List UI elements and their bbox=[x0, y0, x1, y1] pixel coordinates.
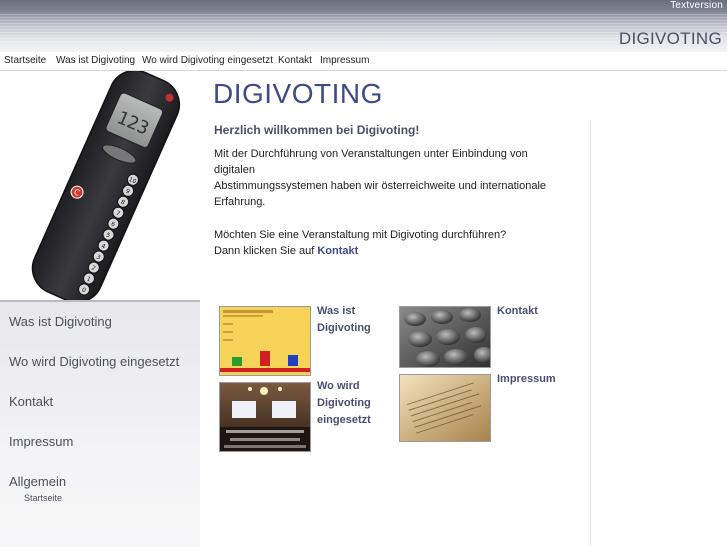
top-navigation: Startseite Was ist Digivoting Wo wird Di… bbox=[0, 52, 727, 71]
document-icon bbox=[400, 375, 490, 441]
tile-kontakt-link[interactable]: Kontakt bbox=[497, 303, 538, 320]
tile-impressum-link[interactable]: Impressum bbox=[497, 371, 556, 388]
page-title: DIGIVOTING bbox=[213, 78, 383, 109]
sidebar-item-allgemein[interactable]: Allgemein bbox=[9, 474, 66, 489]
topnav-impressum[interactable]: Impressum bbox=[320, 55, 369, 66]
sidebar-subitem-startseite[interactable]: Startseite bbox=[24, 493, 62, 503]
header-brand: DIGIVOTING bbox=[618, 29, 722, 48]
welcome-heading: Herzlich willkommen bei Digivoting! bbox=[214, 123, 420, 137]
tile-impressum-image[interactable] bbox=[399, 374, 491, 442]
cta-prefix: Dann klicken Sie auf bbox=[214, 245, 315, 257]
topnav-startseite[interactable]: Startseite bbox=[4, 55, 46, 66]
sidebar-item-kontakt[interactable]: Kontakt bbox=[9, 394, 53, 409]
sidebar-item-wo-wird-digivoting-eingesetzt[interactable]: Wo wird Digivoting eingesetzt bbox=[9, 354, 179, 369]
intro-line: digitalen bbox=[214, 164, 255, 176]
chart-thumbnail-icon bbox=[220, 310, 310, 372]
left-column: 123 10 9 8 7 6 5 4 3 2 1 0 C Was ist Digivoting Wo… bbox=[0, 69, 200, 547]
tile-label-line: Digivoting bbox=[317, 397, 371, 409]
tile-label-line: Impressum bbox=[497, 373, 556, 385]
tile-label-line: Wo wird bbox=[317, 380, 360, 392]
sidebar-item-was-ist-digivoting[interactable]: Was ist Digivoting bbox=[9, 314, 112, 329]
topnav-kontakt[interactable]: Kontakt bbox=[278, 55, 312, 66]
header-banner: Textversion DIGIVOTING bbox=[0, 0, 727, 52]
phone-keypad-icon bbox=[400, 307, 490, 367]
device-body bbox=[31, 69, 181, 304]
topnav-was-ist-digivoting[interactable]: Was ist Digivoting bbox=[56, 55, 135, 66]
intro-text: Mit der Durchführung von Veranstaltungen… bbox=[214, 146, 574, 210]
voting-device-image: 123 10 9 8 7 6 5 4 3 2 1 0 C bbox=[0, 69, 200, 304]
tile-label-line: Was ist bbox=[317, 305, 356, 317]
conference-room-icon bbox=[220, 383, 310, 451]
tile-was-ist-digivoting-image[interactable] bbox=[219, 306, 311, 376]
cta-text: Dann klicken Sie auf Kontakt bbox=[214, 245, 358, 257]
tile-kontakt-image[interactable] bbox=[399, 306, 491, 368]
tile-label-line: eingesetzt bbox=[317, 414, 371, 426]
intro-line: Abstimmungssystemen haben wir österreich… bbox=[214, 180, 547, 192]
tile-wo-wird-digivoting-eingesetzt-link[interactable]: Wo wird Digivoting eingesetzt bbox=[317, 378, 371, 429]
intro-line: Erfahrung. bbox=[214, 196, 266, 208]
tile-was-ist-digivoting-link[interactable]: Was ist Digivoting bbox=[317, 303, 371, 337]
question-text: Möchten Sie eine Veranstaltung mit Digiv… bbox=[214, 229, 507, 241]
textversion-link[interactable]: Textversion bbox=[670, 0, 723, 11]
tile-wo-wird-digivoting-eingesetzt-image[interactable] bbox=[219, 382, 311, 452]
sidebar: Was ist Digivoting Wo wird Digivoting ei… bbox=[0, 300, 200, 547]
cta-kontakt-link[interactable]: Kontakt bbox=[317, 245, 358, 257]
voting-device-illustration: 123 109876543210 C bbox=[31, 69, 181, 304]
sidebar-item-impressum[interactable]: Impressum bbox=[9, 434, 73, 449]
tile-label-line: Kontakt bbox=[497, 305, 538, 317]
intro-line: Mit der Durchführung von Veranstaltungen… bbox=[214, 148, 528, 160]
content-divider bbox=[590, 120, 591, 545]
topnav-wo-wird-digivoting-eingesetzt[interactable]: Wo wird Digivoting eingesetzt bbox=[142, 55, 273, 66]
tile-label-line: Digivoting bbox=[317, 322, 371, 334]
